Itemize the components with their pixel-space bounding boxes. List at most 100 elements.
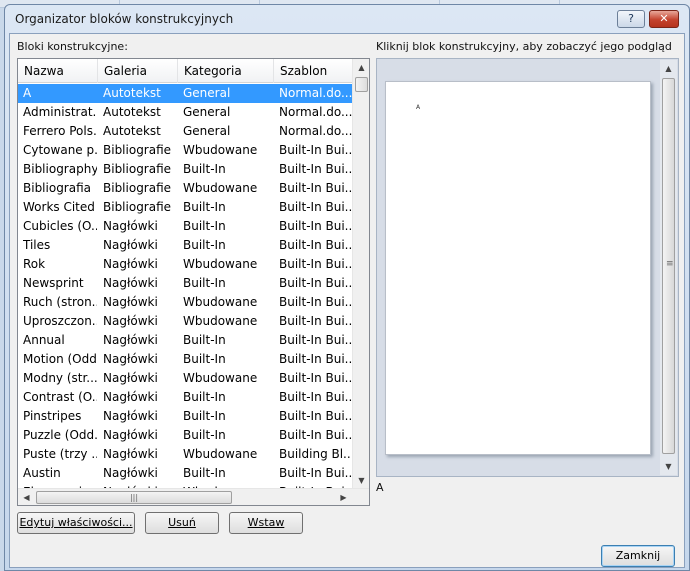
preview-pane: A ▲ ≡ ▼ (376, 58, 679, 477)
row-category-cell: Wbudowane (183, 257, 258, 271)
scroll-down-icon[interactable]: ▼ (353, 472, 369, 489)
row-gallery-cell: Nagłówki (103, 466, 158, 480)
row-template-cell: Built-In Bui... (279, 257, 353, 271)
row-category-cell: General (183, 124, 231, 138)
grip-icon: ≡ (666, 259, 674, 269)
row-gallery-cell: Nagłówki (103, 257, 158, 271)
scroll-up-icon[interactable]: ▲ (353, 59, 369, 76)
row-category-cell: Built-In (183, 428, 226, 442)
building-blocks-list[interactable]: Nazwa Galeria Kategoria Szablon A Autotek… (17, 58, 370, 506)
preview-page-glyph: A (416, 104, 421, 111)
list-row[interactable]: Annual Nagłówki Built-In Built-In Bui... (18, 331, 353, 350)
row-gallery-cell: Nagłówki (103, 447, 158, 461)
row-name-cell: Annual (23, 333, 65, 347)
row-template-cell: Normal.do... (279, 124, 353, 138)
scroll-right-icon[interactable]: ▶ (335, 489, 352, 505)
row-template-cell: Building Bl... (279, 447, 353, 461)
row-category-cell: Wbudowane (183, 181, 258, 195)
row-gallery-cell: Nagłówki (103, 276, 158, 290)
list-row[interactable]: Tiles Nagłówki Built-In Built-In Bui... (18, 236, 353, 255)
row-gallery-cell: Nagłówki (103, 314, 158, 328)
row-name-cell: Contrast (O... (23, 390, 97, 404)
column-header-name[interactable]: Nazwa (18, 59, 98, 83)
row-template-cell: Built-In Bui... (279, 390, 353, 404)
list-row[interactable]: Motion (Odd... Nagłówki Built-In Built-In B… (18, 350, 353, 369)
list-row[interactable]: Ferrero Pols... Autotekst General Normal.do… (18, 122, 353, 141)
list-row[interactable]: Administrat... Autotekst General Normal.do.… (18, 103, 353, 122)
row-gallery-cell: Nagłówki (103, 409, 158, 423)
help-button[interactable]: ? (617, 10, 645, 28)
horizontal-scroll-thumb[interactable]: ||| (36, 491, 232, 504)
column-header-template[interactable]: Szablon (274, 59, 353, 83)
row-gallery-cell: Bibliografie (103, 162, 172, 176)
list-row[interactable]: Puzzle (Odd... Nagłówki Built-In Built-In B… (18, 426, 353, 445)
row-name-cell: Modny (str... (23, 371, 97, 385)
row-template-cell: Built-In Bui... (279, 200, 353, 214)
scroll-down-icon[interactable]: ▼ (660, 458, 677, 475)
row-gallery-cell: Autotekst (103, 105, 161, 119)
row-gallery-cell: Bibliografie (103, 143, 172, 157)
list-row[interactable]: Bibliography Bibliografie Built-In Built-In… (18, 160, 353, 179)
row-name-cell: Tiles (23, 238, 51, 252)
row-name-cell: Pinstripes (23, 409, 82, 423)
list-row[interactable]: Austin Nagłówki Built-In Built-In Bui... (18, 464, 353, 483)
row-template-cell: Normal.do... (279, 105, 353, 119)
row-template-cell: Built-In Bui... (279, 276, 353, 290)
list-row[interactable]: Contrast (O... Nagłówki Built-In Built-In B… (18, 388, 353, 407)
list-row[interactable]: Ruch (stron... Nagłówki Wbudowane Built-In … (18, 293, 353, 312)
preview-label: Kliknij blok konstrukcyjny, aby zobaczyć… (376, 40, 672, 53)
row-category-cell: General (183, 105, 231, 119)
row-gallery-cell: Nagłówki (103, 428, 158, 442)
row-template-cell: Built-In Bui... (279, 238, 353, 252)
list-row[interactable]: Modny (str... Nagłówki Wbudowane Built-In B… (18, 369, 353, 388)
close-button[interactable]: Zamknij (601, 545, 675, 567)
list-row[interactable]: Uproszczon... Nagłówki Wbudowane Built-In B… (18, 312, 353, 331)
column-header-gallery[interactable]: Galeria (98, 59, 178, 83)
row-category-cell: Built-In (183, 352, 226, 366)
preview-caption: A (376, 481, 384, 494)
preview-vertical-scrollbar[interactable]: ▲ ≡ ▼ (660, 60, 677, 475)
list-row[interactable]: Puste (trzy ... Nagłówki Wbudowane Building… (18, 445, 353, 464)
row-template-cell: Built-In Bui... (279, 162, 353, 176)
list-horizontal-scrollbar[interactable]: ◀ ||| ▶ (18, 488, 369, 505)
row-category-cell: Built-In (183, 390, 226, 404)
scroll-up-icon[interactable]: ▲ (660, 60, 677, 77)
dialog-title: Organizator bloków konstrukcyjnych (15, 12, 234, 26)
list-row[interactable]: Rok Nagłówki Wbudowane Built-In Bui... (18, 255, 353, 274)
row-category-cell: Built-In (183, 162, 226, 176)
list-row[interactable]: Works Cited Bibliografie Built-In Built-In … (18, 198, 353, 217)
row-gallery-cell: Nagłówki (103, 219, 158, 233)
row-template-cell: Built-In Bui... (279, 314, 353, 328)
close-window-button[interactable]: ✕ (649, 10, 679, 28)
row-name-cell: Cubicles (O... (23, 219, 97, 233)
row-category-cell: Wbudowane (183, 314, 258, 328)
row-template-cell: Built-In Bui... (279, 352, 353, 366)
vertical-scroll-thumb[interactable] (355, 77, 368, 92)
row-category-cell: Wbudowane (183, 143, 258, 157)
edit-properties-button[interactable]: Edytuj właściwości... (17, 512, 135, 534)
row-name-cell: A (23, 86, 32, 100)
list-row[interactable]: A Autotekst General Normal.do... (18, 84, 353, 103)
row-name-cell: Bibliography (23, 162, 97, 176)
list-vertical-scrollbar[interactable]: ▲ ▼ (352, 59, 369, 489)
row-category-cell: Built-In (183, 276, 226, 290)
scroll-left-icon[interactable]: ◀ (18, 489, 35, 505)
delete-button[interactable]: Usuń (145, 512, 219, 534)
row-category-cell: Built-In (183, 219, 226, 233)
row-name-cell: Ruch (stron... (23, 295, 97, 309)
row-name-cell: Cytowane p... (23, 143, 97, 157)
insert-button[interactable]: Wstaw (229, 512, 303, 534)
row-name-cell: Uproszczon... (23, 314, 97, 328)
preview-scroll-thumb[interactable]: ≡ (662, 78, 675, 454)
list-row[interactable]: Newsprint Nagłówki Built-In Built-In Bui... (18, 274, 353, 293)
column-header-category[interactable]: Kategoria (178, 59, 274, 83)
list-row[interactable]: Bibliografia Bibliografie Wbudowane Built-I… (18, 179, 353, 198)
title-bar[interactable]: Organizator bloków konstrukcyjnych ? ✕ (5, 5, 689, 33)
row-name-cell: Motion (Odd... (23, 352, 97, 366)
row-name-cell: Austin (23, 466, 61, 480)
row-template-cell: Built-In Bui... (279, 295, 353, 309)
list-row[interactable]: Cytowane p... Bibliografie Wbudowane Built-… (18, 141, 353, 160)
list-row[interactable]: Pinstripes Nagłówki Built-In Built-In Bui..… (18, 407, 353, 426)
list-row[interactable]: Cubicles (O... Nagłówki Built-In Built-In B… (18, 217, 353, 236)
row-name-cell: Works Cited (23, 200, 95, 214)
